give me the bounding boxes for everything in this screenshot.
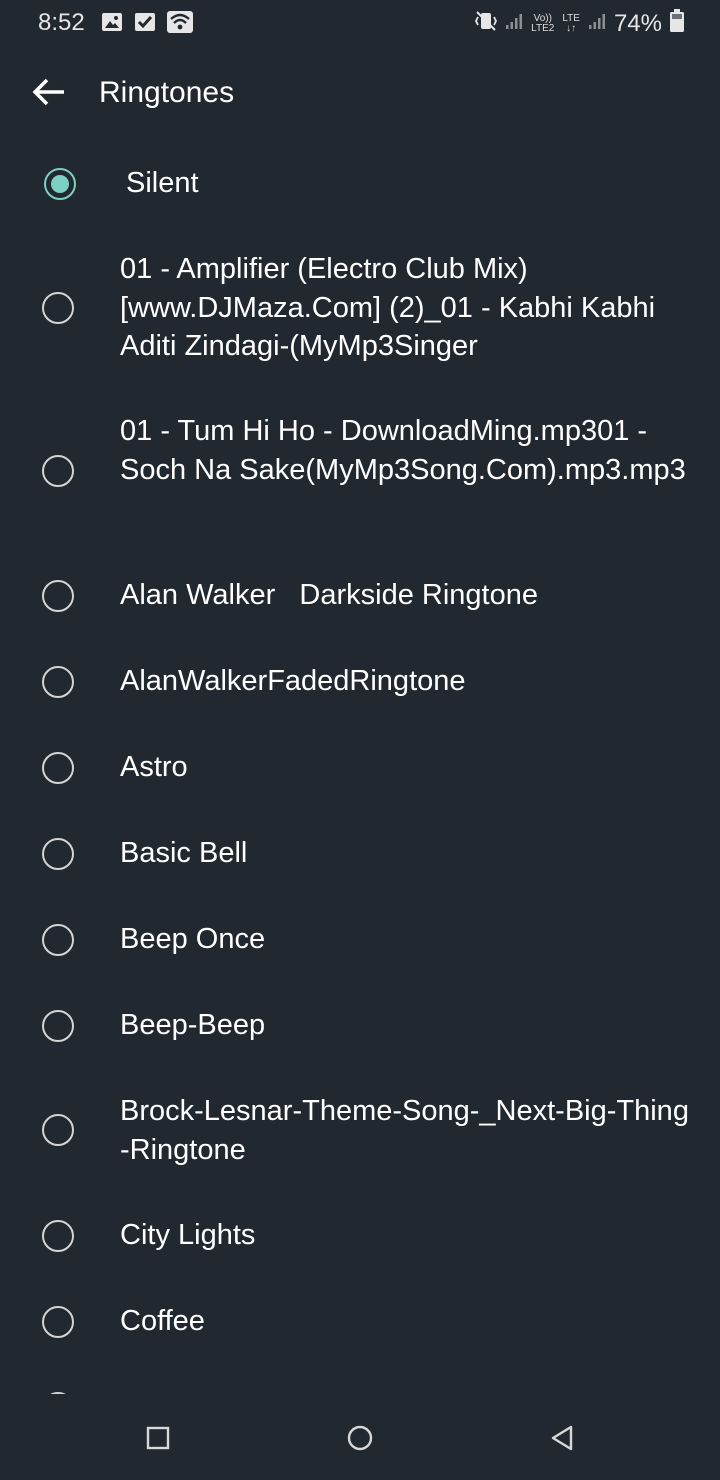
back-arrow-icon[interactable] (30, 72, 70, 112)
status-time: 8:52 (38, 9, 85, 36)
radio-button[interactable] (42, 1220, 74, 1252)
ringtone-option[interactable]: Beep Once (0, 896, 720, 982)
volte-indicator: Vo)) LTE2 (531, 12, 555, 34)
notification-icons (101, 11, 193, 38)
ringtone-list[interactable]: Silent 01 - Amplifier (Electro Club Mix)… (0, 140, 720, 1394)
ringtone-label: AlanWalkerFadedRingtone (120, 665, 466, 697)
ringtone-label: Coffee (120, 1305, 205, 1337)
vibrate-icon (475, 10, 498, 37)
radio-button[interactable] (42, 838, 74, 870)
ringtone-option[interactable]: Coffee (0, 1278, 720, 1364)
app-bar: Ringtones (0, 50, 720, 136)
radio-button[interactable] (42, 1010, 74, 1042)
radio-button[interactable] (42, 455, 74, 487)
ringtone-label: Astro (120, 751, 188, 783)
ringtone-option[interactable]: Brock-Lesnar-Theme-Song-_Next-Big-Thing-… (0, 1068, 720, 1192)
radio-button[interactable] (42, 666, 74, 698)
radio-button[interactable] (42, 752, 74, 784)
ringtone-label: 01 - Tum Hi Ho - DownloadMing.mp301 - So… (120, 415, 686, 486)
signal-icon (505, 12, 523, 35)
system-icons: Vo)) LTE2 LTE ↓↑ 74% (475, 9, 684, 38)
image-icon (101, 11, 123, 38)
lte-indicator: LTE ↓↑ (562, 12, 580, 34)
ringtone-option[interactable]: Alan Walker Darkside Ringtone (0, 552, 720, 638)
radio-button[interactable] (42, 580, 74, 612)
radio-button-checked[interactable] (44, 168, 76, 200)
checkbox-icon (134, 11, 156, 38)
signal-icon (588, 12, 606, 35)
battery-percent: 74% (613, 9, 662, 37)
back-icon[interactable] (540, 1416, 584, 1460)
ringtone-option-partial[interactable] (0, 1364, 720, 1394)
ringtone-option[interactable]: Basic Bell (0, 810, 720, 896)
ringtone-label: Basic Bell (120, 837, 248, 869)
status-bar: 8:52 Vo)) LTE2 LTE ↓↑ 74% (0, 0, 720, 46)
wifi-icon (167, 11, 193, 38)
ringtone-label: Beep Once (120, 923, 266, 955)
ringtone-label: Alan Walker Darkside Ringtone (120, 579, 538, 611)
ringtone-option[interactable]: Astro (0, 724, 720, 810)
ringtone-label: City Lights (120, 1219, 256, 1251)
radio-button[interactable] (42, 1306, 74, 1338)
ringtone-label: Brock-Lesnar-Theme-Song-_Next-Big-Thing-… (120, 1095, 689, 1166)
ringtone-option[interactable]: Beep-Beep (0, 982, 720, 1068)
ringtone-option[interactable]: 01 - Amplifier (Electro Club Mix) [www.D… (0, 226, 720, 389)
ringtone-option[interactable]: City Lights (0, 1192, 720, 1278)
battery-icon (670, 9, 684, 38)
home-icon[interactable] (338, 1416, 382, 1460)
navigation-bar (0, 1394, 720, 1480)
ringtone-label: 01 - Amplifier (Electro Club Mix) [www.D… (120, 253, 662, 362)
ringtone-option[interactable]: 01 - Tum Hi Ho - DownloadMing.mp301 - So… (0, 389, 720, 552)
radio-button[interactable] (42, 924, 74, 956)
radio-button[interactable] (42, 1114, 74, 1146)
radio-button[interactable] (42, 292, 74, 324)
ringtone-option[interactable]: Silent (0, 140, 720, 226)
ringtone-option[interactable]: AlanWalkerFadedRingtone (0, 638, 720, 724)
recents-icon[interactable] (136, 1416, 180, 1460)
ringtone-label: Silent (126, 167, 199, 199)
page-title: Ringtones (99, 76, 235, 109)
ringtone-label: Beep-Beep (120, 1009, 266, 1041)
